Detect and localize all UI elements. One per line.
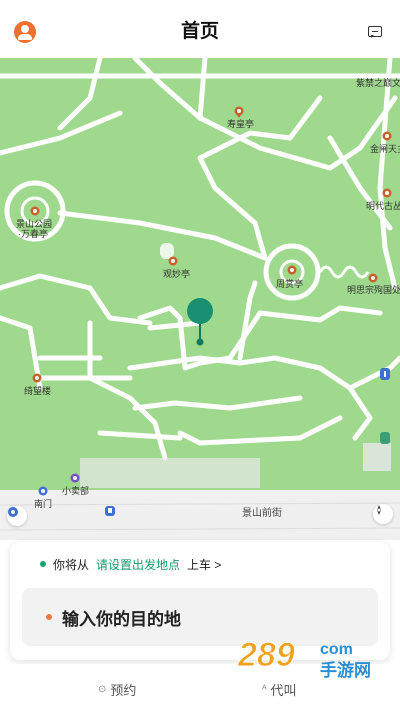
poi-marker-icon <box>287 265 297 275</box>
poi-marker-icon <box>30 206 40 216</box>
locate-button[interactable] <box>7 506 27 526</box>
poi-label[interactable]: 寿皇亭 <box>227 119 254 130</box>
poi-label[interactable]: 周赏亭 <box>276 279 303 290</box>
poi-marker-icon <box>32 373 42 383</box>
clock-icon: ⊙ <box>98 684 107 695</box>
destination-dot-icon <box>46 614 52 620</box>
poi-marker-icon <box>368 273 378 283</box>
poi-label[interactable]: 观妙亭 <box>163 269 190 280</box>
street-label: 景山前街 <box>242 508 282 519</box>
poi-label[interactable]: 金闸天主 <box>370 144 400 155</box>
gate-marker-icon <box>38 486 48 496</box>
user-avatar-icon[interactable] <box>14 21 36 43</box>
svg-text:com: com <box>320 641 353 658</box>
poi-label[interactable]: 小卖部 <box>62 486 89 497</box>
svg-text:289: 289 <box>237 636 295 674</box>
poi-label[interactable]: 南门 <box>34 499 52 510</box>
shop-marker-icon <box>70 473 80 483</box>
poi-label[interactable]: 明代古丛 <box>366 201 400 212</box>
message-icon[interactable] <box>368 26 382 38</box>
poi-marker-icon <box>382 188 392 198</box>
set-pickup-link[interactable]: 请设置出发地点 <box>96 556 180 573</box>
pickup-dot-icon <box>40 561 46 567</box>
call-for-others-label: 代叫 <box>270 683 297 698</box>
locate-icon <box>8 507 18 517</box>
bus-stop-icon <box>105 506 115 516</box>
pickup-prefix: 你将从 <box>53 557 90 572</box>
compass-icon <box>377 505 381 515</box>
poi-marker-icon <box>168 256 178 266</box>
poi-label[interactable]: ·万春亭 <box>18 229 48 240</box>
poi-marker-icon <box>382 131 392 141</box>
destination-placeholder: 输入你的目的地 <box>62 609 181 629</box>
page-title: 首页 <box>180 20 219 42</box>
facility-icon <box>380 432 390 444</box>
map-view[interactable]: 紫禁之巅文创 寿皇亭 金闸天主 明代古丛 景山公园 ·万春亭 观妙亭 周赏亭 明… <box>0 58 400 540</box>
reserve-label: 预约 <box>110 683 137 698</box>
pickup-suffix: 上车 > <box>187 557 222 572</box>
poi-label[interactable]: 明思宗殉国处 <box>347 285 400 296</box>
poi-label[interactable]: 绮望楼 <box>24 386 51 397</box>
compass-button[interactable] <box>373 504 393 524</box>
poi-label[interactable]: 紫禁之巅文创 <box>356 78 400 89</box>
call-for-others-tab[interactable]: ᴬ 代叫 <box>262 680 297 699</box>
person-icon: ᴬ <box>262 684 267 695</box>
top-bar: 首页 <box>0 0 400 58</box>
reserve-tab[interactable]: ⊙ 预约 <box>98 680 136 699</box>
site-watermark-logo: 289 com 手游网 <box>237 636 372 682</box>
poi-marker-icon <box>234 106 244 118</box>
restroom-icon <box>380 368 390 380</box>
svg-text:手游网: 手游网 <box>320 660 371 681</box>
map-roads <box>0 58 400 540</box>
pickup-row[interactable]: 你将从 请设置出发地点 上车 > <box>40 554 221 574</box>
